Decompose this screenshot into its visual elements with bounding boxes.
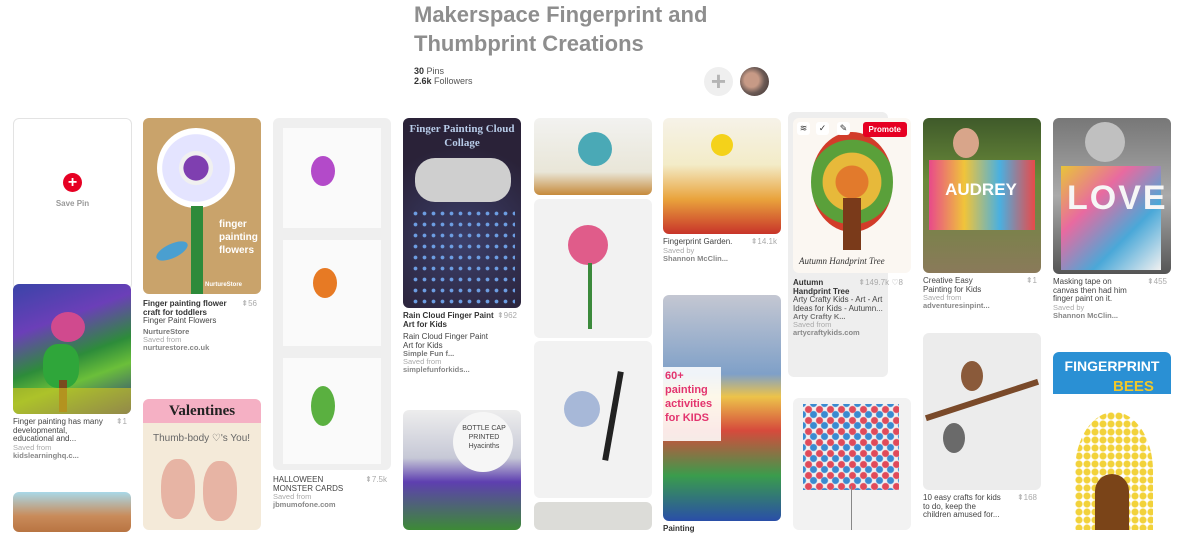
pin-description: Arty Crafty Kids - Art - Art Ideas for K… <box>793 295 883 313</box>
pin-image-text: Valentines <box>143 399 261 423</box>
pin-source-link[interactable]: adventuresinpint... <box>923 302 1041 310</box>
pin-card[interactable] <box>793 398 911 530</box>
pin-image-text: finger painting flowers <box>219 219 258 256</box>
pin-description: 10 easy crafts for kids to do, keep the … <box>923 493 1001 519</box>
pin-image[interactable] <box>534 118 652 195</box>
pin-image-text: Thumb-body ♡'s You! <box>153 433 251 444</box>
pin-image[interactable] <box>534 502 652 530</box>
pin-image[interactable]: Autumn Handprint Tree ≋ ✓ ✎ Promote <box>793 118 911 273</box>
repin-count: ⇞168 <box>1016 493 1037 502</box>
pin-card[interactable] <box>534 502 652 530</box>
pin-description: Finger Paint Flowers <box>143 316 217 325</box>
pin-title: Rain Cloud Finger Paint Art for Kids <box>403 311 494 329</box>
pin-image-text: Autumn Handprint Tree <box>799 256 885 266</box>
pin-card[interactable] <box>13 492 131 532</box>
pin-source-link[interactable]: kidslearninghq.c... <box>13 451 131 460</box>
pin-card[interactable]: Finger painting has many developmental, … <box>13 284 131 460</box>
pin-card[interactable]: HALLOWEEN MONSTER CARDS ⇞7.5k Saved from… <box>273 118 391 509</box>
save-pin-button[interactable]: + Save Pin <box>13 118 132 290</box>
pin-image[interactable] <box>793 398 911 530</box>
pin-source-link[interactable]: artycraftykids.com <box>793 329 911 337</box>
pin-image-text: LOVE <box>1067 179 1168 217</box>
pin-card[interactable]: 10 easy crafts for kids to do, keep the … <box>923 333 1041 520</box>
plus-icon: + <box>710 66 727 96</box>
pin-description: Masking tape on canvas then had him fing… <box>1053 277 1127 303</box>
pin-description: Creative Easy Painting for Kids <box>923 276 982 294</box>
avatar[interactable] <box>740 67 769 96</box>
pin-title: Finger painting flower craft for toddler… <box>143 299 227 317</box>
pin-user-link[interactable]: Shannon McClin... <box>1053 311 1171 320</box>
pin-image[interactable]: Finger Painting Cloud Collage <box>403 118 521 308</box>
pin-image[interactable]: AUDREY <box>923 118 1041 273</box>
pin-card[interactable]: BOTTLE CAP PRINTED Hyacinths <box>403 410 521 530</box>
pin-image[interactable] <box>273 118 391 470</box>
pin-image[interactable]: 60+ painting activities for KIDS <box>663 295 781 521</box>
pin-image[interactable] <box>13 492 131 532</box>
pin-card[interactable]: FINGERPRINT BEES <box>1053 352 1171 530</box>
layers-icon[interactable]: ≋ <box>797 122 810 135</box>
pin-source-link[interactable]: jbmumofone.com <box>273 501 391 509</box>
pin-card[interactable]: Autumn Handprint Tree ≋ ✓ ✎ Promote Autu… <box>793 118 911 337</box>
pin-card[interactable]: Fingerprint Garden. ⇞14.1k Saved by Shan… <box>663 118 781 263</box>
add-collaborator-button[interactable]: + <box>704 67 733 96</box>
promote-button[interactable]: Promote <box>862 122 907 137</box>
repin-count: ⇞1 <box>115 417 127 426</box>
pencil-icon[interactable]: ✎ <box>837 122 850 135</box>
pin-image[interactable]: Valentines Thumb-body ♡'s You! <box>143 399 261 530</box>
pin-source-link[interactable]: simplefunforkids... <box>403 366 521 374</box>
pins-count: 30 <box>414 66 425 76</box>
pin-user-link[interactable]: Shannon McClin... <box>663 254 781 263</box>
repin-count: ⇞7.5k <box>365 475 387 484</box>
pin-card[interactable] <box>534 118 652 195</box>
pin-image[interactable] <box>534 341 652 498</box>
pin-image[interactable] <box>13 284 131 414</box>
board-title: Makerspace Fingerprint and Thumbprint Cr… <box>414 2 708 56</box>
pin-image-text: AUDREY <box>945 180 1017 199</box>
pin-stats: ⇞149.7k ♡8 <box>858 278 903 287</box>
check-icon[interactable]: ✓ <box>816 122 829 135</box>
pin-image-credit: NurtureStore <box>205 282 243 288</box>
repin-count: ⇞1 <box>1025 276 1037 285</box>
pin-description: HALLOWEEN MONSTER CARDS <box>273 475 344 493</box>
repin-count: ⇞56 <box>241 299 257 308</box>
pin-image-text: 60+ painting activities for KIDS <box>665 370 713 424</box>
pin-card[interactable]: AUDREY Creative Easy Painting for Kids ⇞… <box>923 118 1041 310</box>
pin-image[interactable]: FINGERPRINT BEES <box>1053 352 1171 530</box>
pin-card[interactable]: LOVE Masking tape on canvas then had him… <box>1053 118 1171 320</box>
pin-title: Autumn Handprint Tree <box>793 278 850 296</box>
pin-image[interactable] <box>923 333 1041 490</box>
pin-image[interactable] <box>534 199 652 338</box>
save-pin-label: Save Pin <box>55 199 90 208</box>
pin-image[interactable]: finger painting flowers NurtureStore <box>143 118 261 294</box>
pin-source-link[interactable]: nurturestore.co.uk <box>143 343 261 352</box>
repin-count: ⇞14.1k <box>750 237 777 246</box>
pin-description: Painting <box>663 524 695 533</box>
pin-card[interactable] <box>534 199 652 338</box>
pin-image-text: FINGERPRINT <box>1064 358 1160 374</box>
pin-image[interactable]: LOVE <box>1053 118 1171 274</box>
followers-count: 2.6k <box>414 76 432 86</box>
pin-image-text: BOTTLE CAP PRINTED Hyacinths <box>462 425 506 450</box>
followers-label: Followers <box>434 76 473 86</box>
pin-description: Rain Cloud Finger Paint Art for Kids <box>403 332 488 350</box>
pin-image[interactable] <box>663 118 781 234</box>
repin-count: ⇞455 <box>1146 277 1167 286</box>
pins-label: Pins <box>426 66 445 76</box>
pin-card[interactable]: 60+ painting activities for KIDS Paintin… <box>663 295 781 534</box>
pin-image-text: Finger Painting Cloud Collage <box>409 123 515 149</box>
board-stats: 30 Pins 2.6k Followers <box>414 66 473 86</box>
pin-card[interactable] <box>534 341 652 498</box>
pin-image[interactable]: BOTTLE CAP PRINTED Hyacinths <box>403 410 521 530</box>
pin-description: Finger painting has many developmental, … <box>13 417 103 443</box>
pin-card[interactable]: finger painting flowers NurtureStore Fin… <box>143 118 261 352</box>
pin-card[interactable]: Valentines Thumb-body ♡'s You! <box>143 399 261 530</box>
pin-image-text: BEES <box>1113 378 1154 395</box>
plus-icon: + <box>63 173 82 192</box>
pin-card[interactable]: Finger Painting Cloud Collage Rain Cloud… <box>403 118 521 374</box>
repin-count: ⇞962 <box>496 311 517 320</box>
